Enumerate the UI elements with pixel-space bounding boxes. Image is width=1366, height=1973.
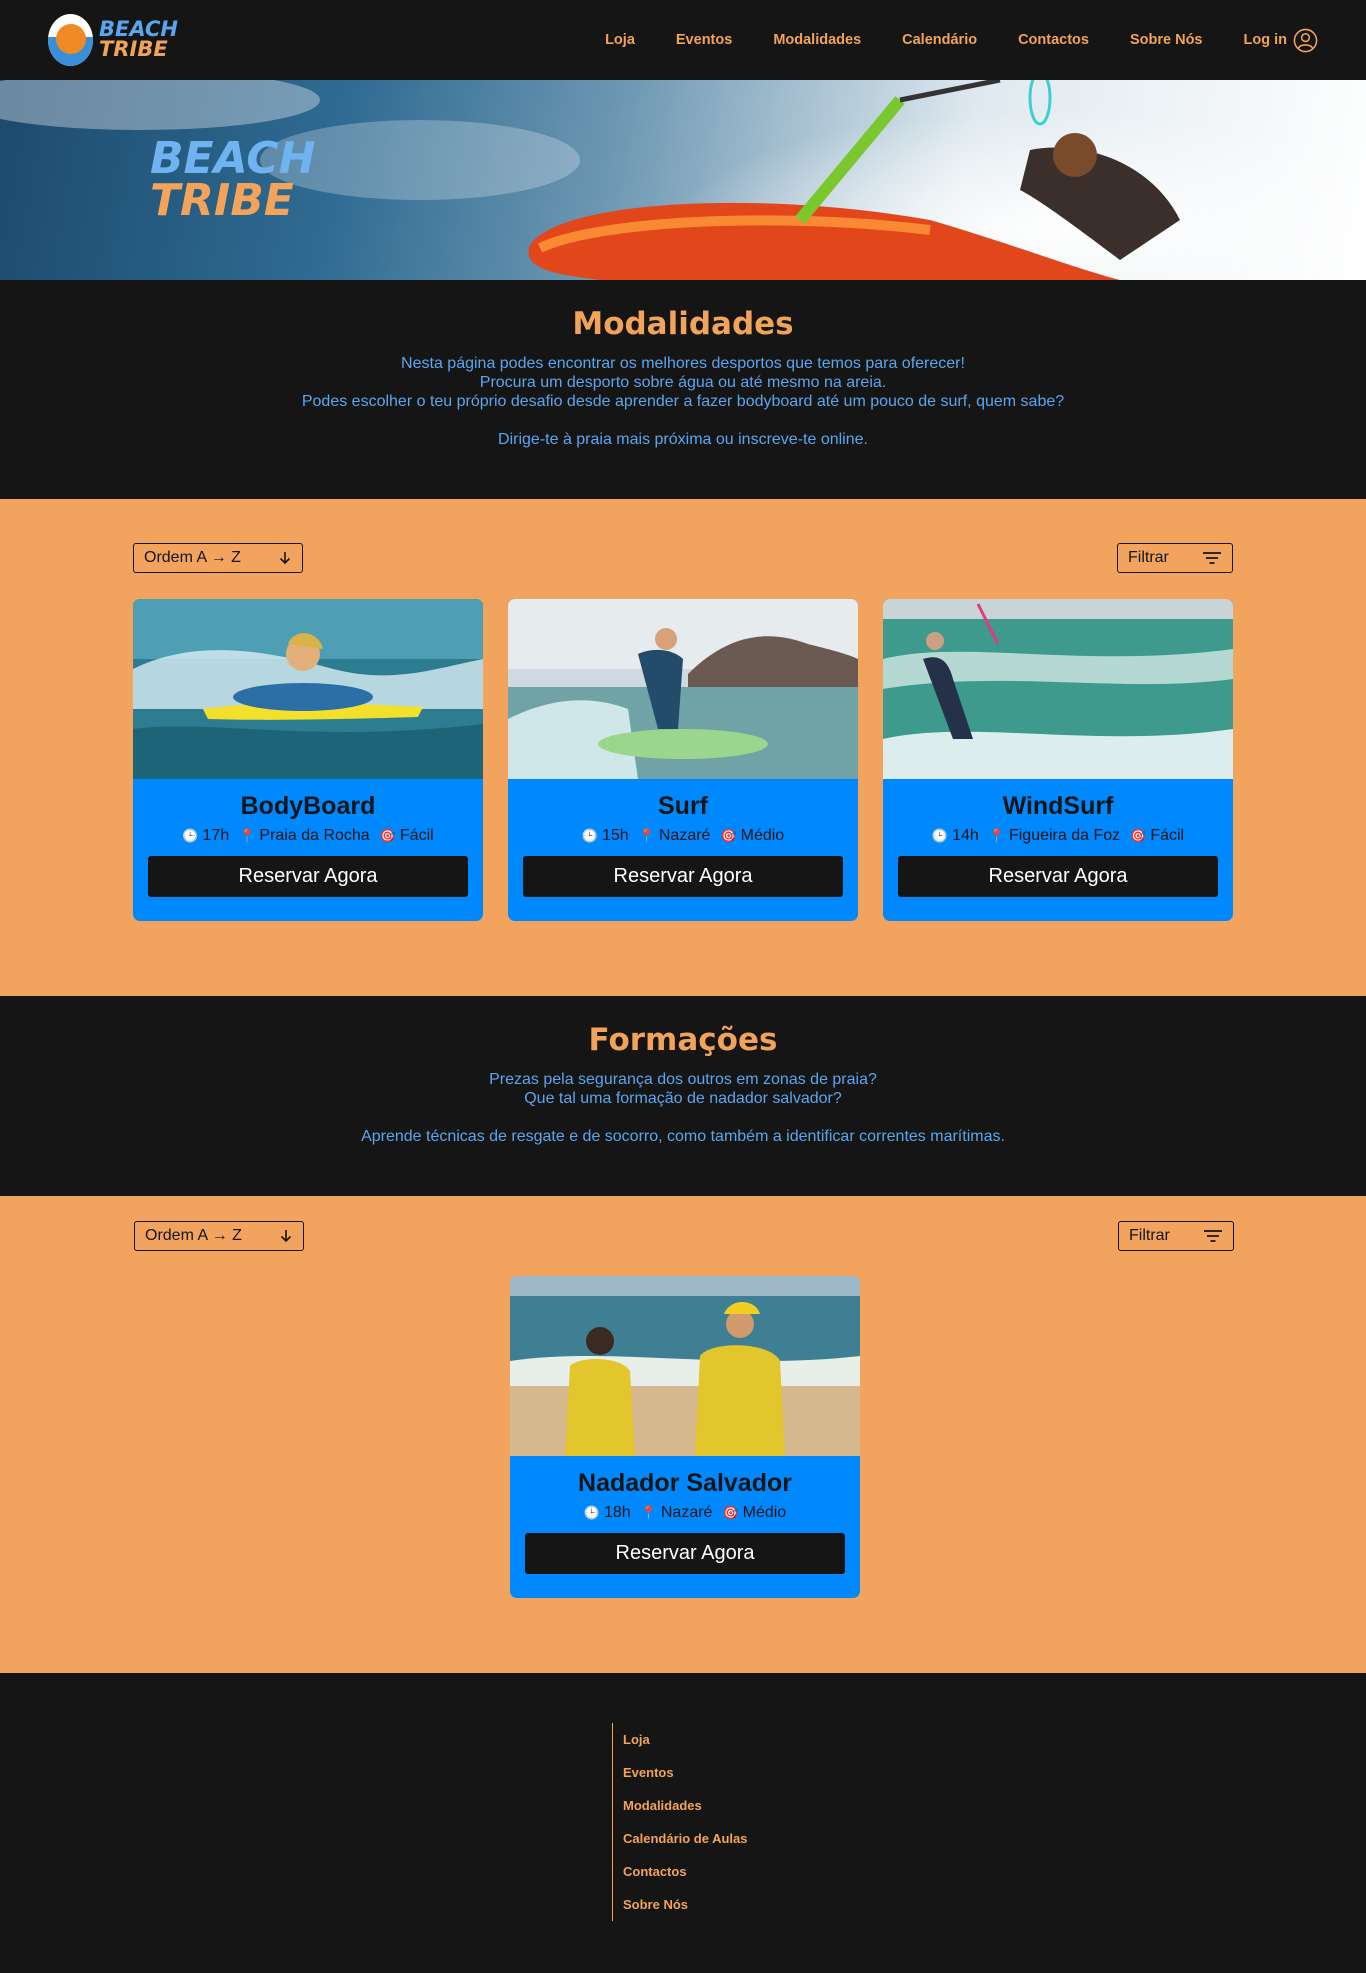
nav-item-calendario[interactable]: Calendário (902, 32, 977, 48)
logo-emblem (48, 14, 94, 66)
logo-text: BEACH TRIBE (99, 19, 178, 61)
footer-link-modalidades[interactable]: Modalidades (623, 1797, 748, 1830)
hero-banner: BEACH TRIBE (0, 80, 1366, 280)
filter-lines-icon (1203, 552, 1221, 564)
filter-button[interactable]: Filtrar (1117, 543, 1233, 573)
card-meta: 🕒 14h 📍 Figueira da Foz 🎯 Fácil (883, 827, 1233, 845)
intro-line: Aprende técnicas de resgate e de socorro… (361, 1128, 1005, 1145)
pin-icon: 📍 (988, 828, 1005, 843)
hero-logo-line-2: TRIBE (150, 174, 294, 226)
formacoes-intro: Formações Prezas pela segurança dos outr… (0, 996, 1366, 1196)
filter-lines-icon (1204, 1230, 1222, 1242)
card-bodyboard: BodyBoard 🕒 17h 📍 Praia da Rocha 🎯 Fácil Re… (133, 599, 483, 921)
intro-line: Dirige-te à praia mais próxima ou inscre… (498, 431, 868, 448)
card-level: Fácil (1150, 827, 1185, 844)
hero-logo: BEACH TRIBE (150, 133, 316, 226)
target-icon: 🎯 (1130, 828, 1147, 843)
hero-logo-line-1: BEACH (150, 133, 316, 184)
reserve-button[interactable]: Reservar Agora (525, 1533, 845, 1574)
sort-dropdown[interactable]: Ordem A → Z (133, 543, 303, 573)
card-meta: 🕒 15h 📍 Nazaré 🎯 Médio (508, 827, 858, 845)
footer-links: Loja Eventos Modalidades Calendário de A… (612, 1723, 748, 1921)
card-surf: Surf 🕒 15h 📍 Nazaré 🎯 Médio Reservar Agora (508, 599, 858, 921)
intro-line: Prezas pela segurança dos outros em zona… (489, 1071, 877, 1088)
arrow-down-icon (280, 1230, 292, 1243)
target-icon: 🎯 (379, 828, 396, 843)
card-title: WindSurf (1002, 792, 1114, 820)
target-icon: 🎯 (720, 828, 737, 843)
nav-item-loja[interactable]: Loja (605, 32, 635, 48)
formacoes-band: Ordem A → Z Filtrar Nadador Salvador 🕒 1… (0, 1196, 1366, 1673)
intro-line: Nesta página podes encontrar os melhores… (401, 355, 965, 372)
card-time: 14h (952, 827, 979, 844)
card-place: Praia da Rocha (259, 827, 370, 844)
intro-line: Que tal uma formação de nadador salvador… (524, 1090, 842, 1107)
sort-label: Ordem A → Z (145, 1227, 242, 1244)
card-place: Nazaré (658, 827, 711, 844)
section-title-formacoes: Formações (588, 1022, 778, 1058)
card-place: Figueira da Foz (1008, 827, 1121, 844)
card-level: Médio (740, 827, 785, 844)
card-image-bodyboard (133, 599, 483, 779)
footer-link-loja[interactable]: Loja (623, 1731, 748, 1764)
pin-icon: 📍 (640, 1505, 657, 1520)
card-level: Médio (742, 1504, 787, 1521)
pin-icon: 📍 (239, 828, 256, 843)
card-time: 17h (202, 827, 230, 844)
card-level: Fácil (399, 827, 434, 844)
reserve-button[interactable]: Reservar Agora (148, 856, 468, 897)
login-label: Log in (1243, 32, 1288, 48)
card-place: Nazaré (660, 1504, 713, 1521)
card-windsurf: WindSurf 🕒 14h 📍 Figueira da Foz 🎯 Fácil Re… (883, 599, 1233, 921)
filter-label: Filtrar (1129, 1227, 1170, 1244)
card-time: 15h (601, 827, 629, 844)
logo-line-2: TRIBE (99, 37, 168, 61)
card-title: BodyBoard (240, 792, 376, 820)
login-button[interactable]: Log in (1244, 28, 1319, 53)
clock-icon: 🕒 (931, 828, 949, 843)
user-icon (1293, 28, 1318, 52)
modalidades-intro: Modalidades Nesta página podes encontrar… (0, 280, 1366, 499)
footer-link-contactos[interactable]: Contactos (623, 1863, 748, 1896)
nav-item-eventos[interactable]: Eventos (676, 32, 732, 48)
nav-item-modalidades[interactable]: Modalidades (773, 32, 861, 48)
sort-dropdown[interactable]: Ordem A → Z (134, 1221, 304, 1251)
card-title: Nadador Salvador (578, 1469, 792, 1497)
target-icon: 🎯 (722, 1505, 739, 1520)
sort-label: Ordem A → Z (144, 549, 241, 566)
intro-line: Procura um desporto sobre água ou até me… (479, 374, 887, 391)
main-menu: Loja Eventos Modalidades Calendário Cont… (564, 28, 1318, 53)
card-image-nadador-salvador (510, 1276, 860, 1456)
reserve-button[interactable]: Reservar Agora (898, 856, 1218, 897)
clock-icon: 🕒 (583, 1505, 600, 1520)
nav-item-contactos[interactable]: Contactos (1018, 32, 1089, 48)
card-image-surf (508, 599, 858, 779)
card-title: Surf (658, 792, 708, 820)
card-image-windsurf (883, 599, 1233, 779)
footer: Loja Eventos Modalidades Calendário de A… (0, 1673, 1366, 1973)
clock-icon: 🕒 (581, 828, 598, 843)
card-time: 18h (603, 1504, 631, 1521)
brand-logo[interactable]: BEACH TRIBE (48, 14, 178, 66)
top-nav: BEACH TRIBE Loja Eventos Modalidades Cal… (0, 0, 1366, 80)
filter-button[interactable]: Filtrar (1118, 1221, 1234, 1251)
section-title-modalidades: Modalidades (572, 306, 794, 342)
card-meta: 🕒 18h 📍 Nazaré 🎯 Médio (510, 1504, 860, 1522)
footer-link-calendario[interactable]: Calendário de Aulas (623, 1830, 748, 1863)
card-nadador-salvador: Nadador Salvador 🕒 18h 📍 Nazaré 🎯 Médio Res… (510, 1276, 860, 1598)
filter-label: Filtrar (1128, 549, 1169, 566)
intro-line: Podes escolher o teu próprio desafio des… (301, 393, 1065, 410)
card-meta: 🕒 17h 📍 Praia da Rocha 🎯 Fácil (133, 827, 483, 845)
arrow-down-icon (279, 552, 291, 565)
nav-item-sobre-nos[interactable]: Sobre Nós (1130, 32, 1203, 48)
clock-icon: 🕒 (182, 828, 199, 843)
reserve-button[interactable]: Reservar Agora (523, 856, 843, 897)
modalidades-band: Ordem A → Z Filtrar BodyBoard 🕒 17h 📍 Pr… (0, 499, 1366, 996)
pin-icon: 📍 (638, 828, 655, 843)
footer-link-sobre-nos[interactable]: Sobre Nós (623, 1896, 748, 1913)
footer-link-eventos[interactable]: Eventos (623, 1764, 748, 1797)
